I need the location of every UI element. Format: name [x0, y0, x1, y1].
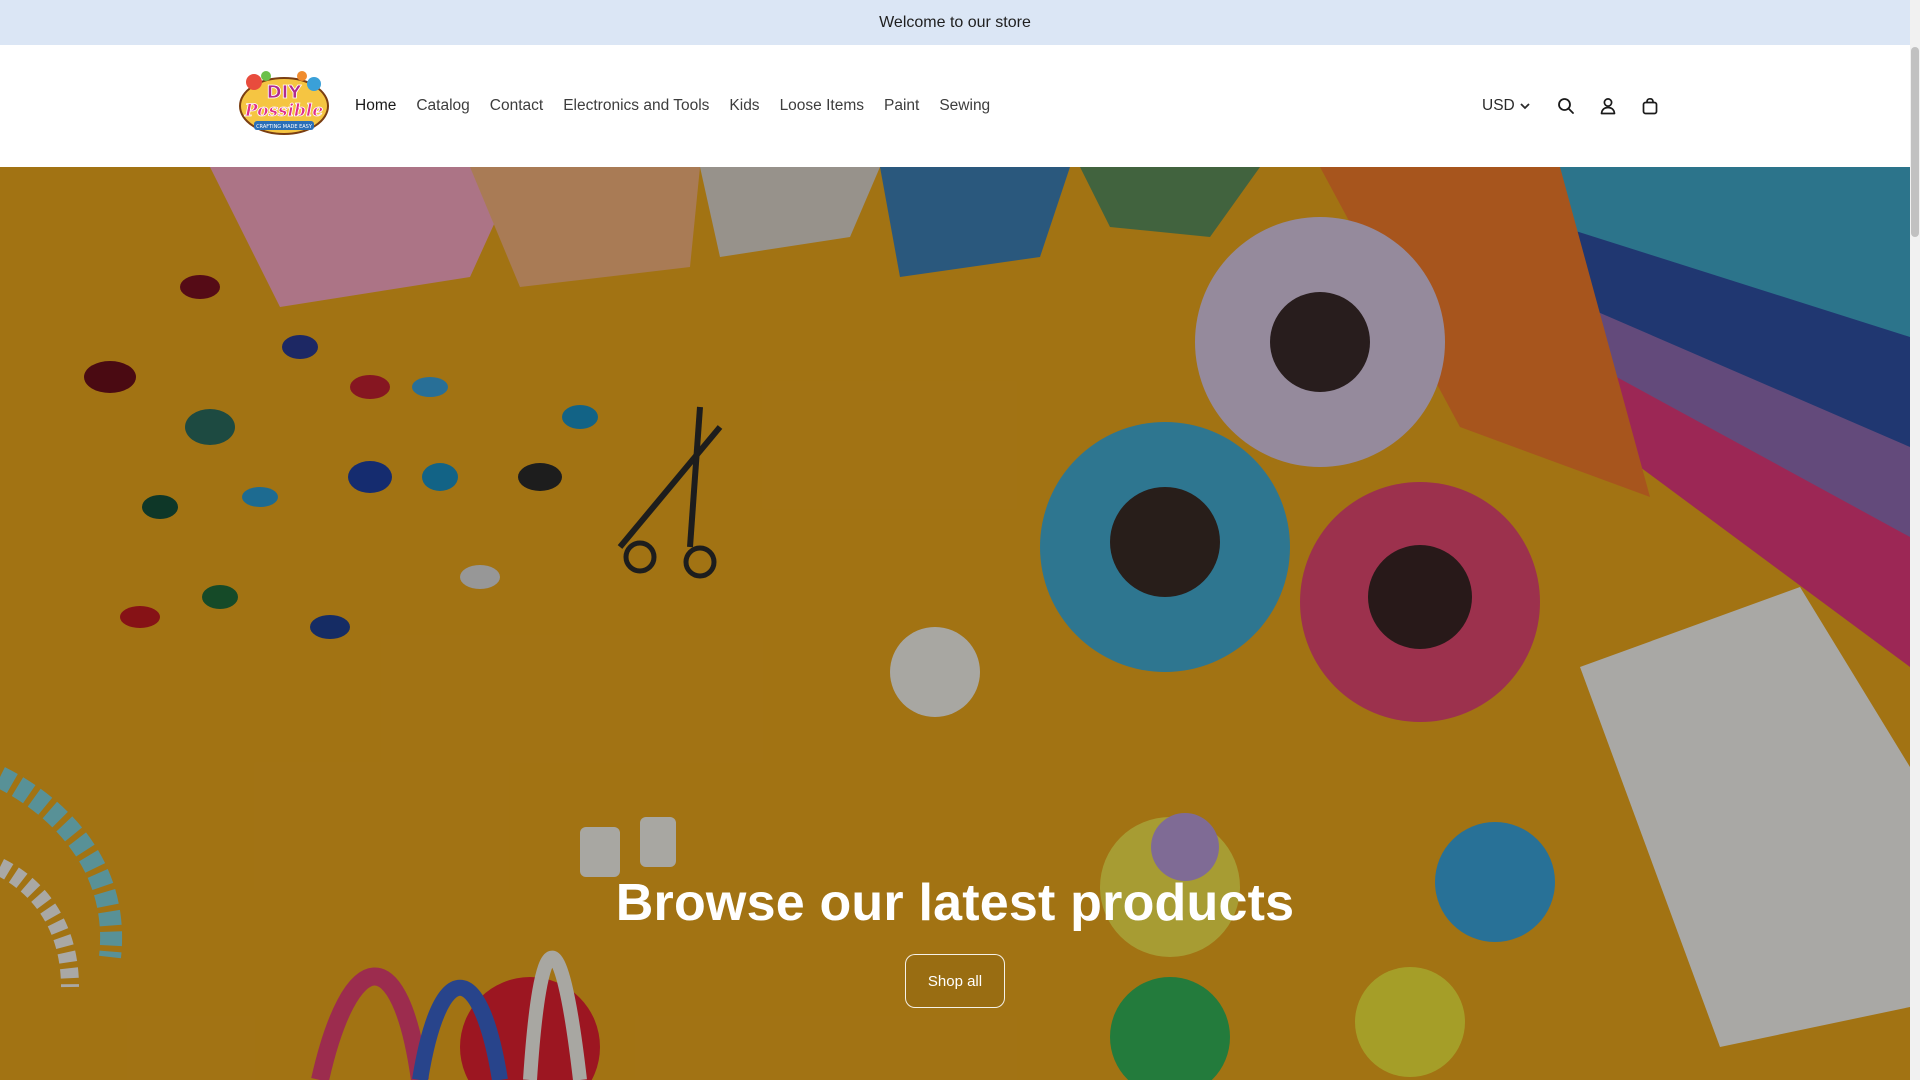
main-nav: Home Catalog Contact Electronics and Too… — [345, 45, 1000, 167]
cart-icon — [1642, 97, 1658, 115]
announcement-bar: Welcome to our store — [0, 0, 1910, 45]
page-scrollbar-thumb[interactable] — [1911, 47, 1919, 237]
svg-text:CRAFTING MADE EASY: CRAFTING MADE EASY — [256, 124, 313, 130]
nav-loose-items[interactable]: Loose Items — [770, 97, 874, 115]
account-icon — [1600, 98, 1616, 115]
header-utilities: USD — [1482, 45, 1671, 167]
logo-graphic: DIY Possible CRAFTING MADE EASY — [239, 71, 329, 135]
chevron-down-icon — [1520, 103, 1530, 110]
hero-title: Browse our latest products — [615, 874, 1295, 932]
search-icon — [1557, 98, 1574, 114]
nav-electronics-and-tools[interactable]: Electronics and Tools — [553, 97, 719, 115]
cart-button[interactable] — [1629, 85, 1671, 127]
search-button[interactable] — [1545, 85, 1587, 127]
hero-dim-overlay — [0, 167, 1910, 1080]
site-header: DIY Possible CRAFTING MADE EASY Home Cat… — [0, 45, 1910, 167]
nav-home[interactable]: Home — [345, 97, 406, 115]
store-logo[interactable]: DIY Possible CRAFTING MADE EASY — [236, 68, 332, 138]
shop-all-button[interactable]: Shop all — [905, 954, 1005, 1008]
svg-text:Possible: Possible — [244, 101, 324, 121]
hero-banner: Browse our latest products Shop all — [0, 167, 1910, 1080]
currency-label: USD — [1482, 97, 1515, 114]
announcement-text: Welcome to our store — [879, 13, 1031, 31]
logo-letters: DIY — [267, 82, 303, 103]
nav-sewing[interactable]: Sewing — [929, 97, 1000, 115]
nav-kids[interactable]: Kids — [719, 97, 769, 115]
nav-contact[interactable]: Contact — [480, 97, 553, 115]
nav-paint[interactable]: Paint — [874, 97, 929, 115]
account-button[interactable] — [1587, 85, 1629, 127]
nav-catalog[interactable]: Catalog — [406, 97, 479, 115]
currency-selector[interactable]: USD — [1482, 97, 1531, 115]
